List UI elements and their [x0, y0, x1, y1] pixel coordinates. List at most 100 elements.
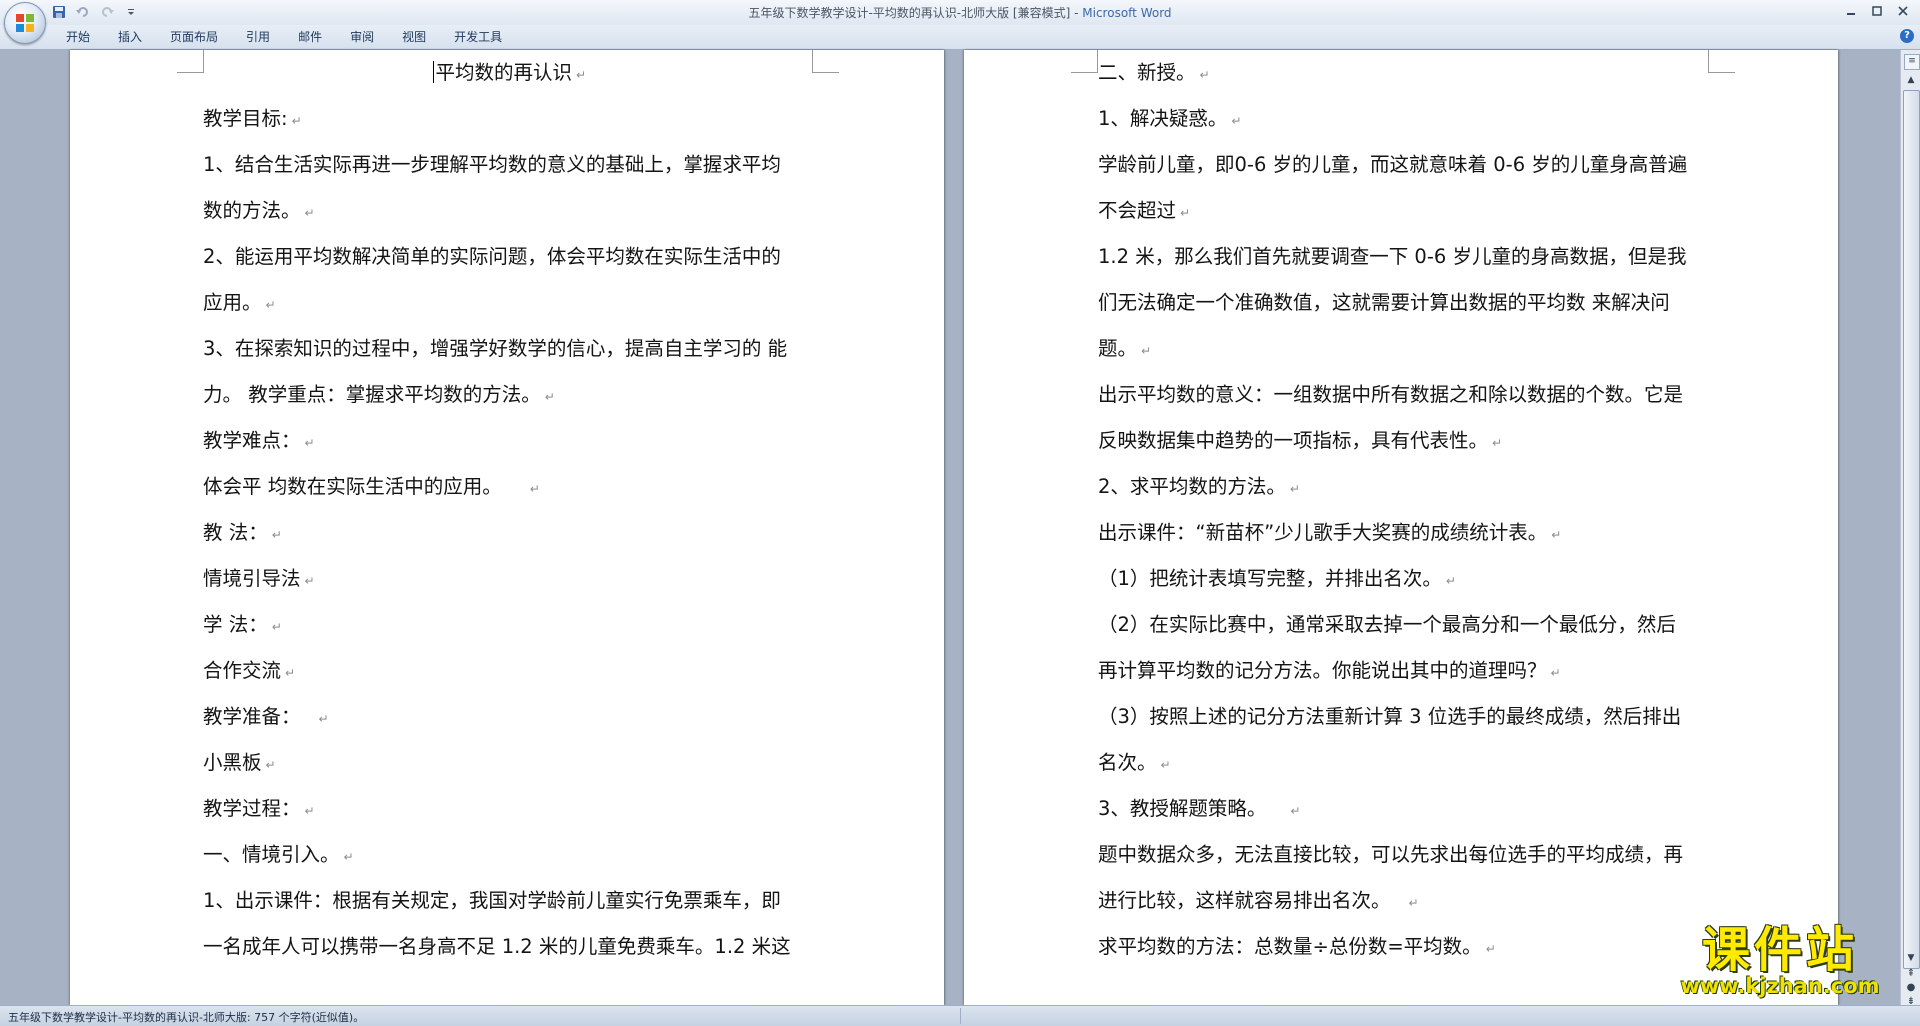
paragraph: 名次。 ↵	[1098, 740, 1711, 786]
paragraph-mark-icon: ↵	[1551, 528, 1562, 542]
document-title: 平均数的再认识 ↵	[203, 50, 816, 96]
paragraph-text: 不会超过	[1098, 199, 1177, 222]
watermark-logo: 课件站 www.kjzhan.com	[1660, 925, 1900, 1000]
paragraph: 出示平均数的意义：一组数据中所有数据之和除以数据的个数。它是	[1098, 372, 1711, 418]
paragraph-text: 再计算平均数的记分方法。你能说出其中的道理吗？	[1098, 659, 1547, 682]
watermark-url: www.kjzhan.com	[1680, 974, 1880, 998]
paragraph-text: 2、能运用平均数解决简单的实际问题，体会平均数在实际生活中的	[203, 245, 781, 268]
paragraph: 求平均数的方法：总数量÷总份数=平均数。 ↵	[1098, 924, 1711, 970]
tab-review[interactable]: 审阅	[336, 29, 388, 45]
paragraph-mark-icon: ↵	[1408, 896, 1419, 910]
paragraph-mark-icon: ↵	[285, 666, 296, 680]
paragraph: 1、出示课件：根据有关规定，我国对学龄前儿童实行免票乘车，即	[203, 878, 816, 924]
paragraph: 不会超过 ↵	[1098, 188, 1711, 234]
paragraph: 1、结合生活实际再进一步理解平均数的意义的基础上，掌握求平均	[203, 142, 816, 188]
paragraph: 教学过程： ↵	[203, 786, 816, 832]
paragraph: （3）按照上述的记分方法重新计算 3 位选手的最终成绩，然后排出	[1098, 694, 1711, 740]
crop-mark	[1708, 50, 1735, 73]
paragraph-text: 应用。	[203, 291, 262, 314]
paragraph-mark-icon: ↵	[1160, 758, 1171, 772]
paragraph: 教学目标: ↵	[203, 96, 816, 142]
vertical-scrollbar[interactable]: ≡ ▲ ▼ ⇞ ● ⇟	[1900, 50, 1920, 1007]
paragraph-mark-icon: ↵	[1231, 114, 1242, 128]
paragraph-text: 进行比较，这样就容易排出名次。	[1098, 889, 1391, 912]
paragraph: 教 法： ↵	[203, 510, 816, 556]
paragraph-text: （2）在实际比赛中，通常采取去掉一个最高分和一个最低分，然后	[1098, 613, 1676, 636]
view-ruler-icon[interactable]: ≡	[1904, 54, 1920, 70]
paragraph: 教学难点： ↵	[203, 418, 816, 464]
page-body: 二、新授。 ↵ 1、解决疑惑。 ↵ 学龄前儿童，即0-6 岁的儿童，而这就意味着 0…	[1098, 50, 1711, 970]
paragraph-text: 教 法：	[203, 521, 268, 544]
paragraph-text: 3、在探索知识的过程中，增强学好数学的信心，提高自主学习的 能	[203, 337, 788, 360]
paragraph-text: （3）按照上述的记分方法重新计算 3 位选手的最终成绩，然后排出	[1098, 705, 1682, 728]
tab-insert[interactable]: 插入	[104, 29, 156, 45]
paragraph-text: 教学准备：	[203, 705, 301, 728]
paragraph: 进行比较，这样就容易排出名次。 ↵	[1098, 878, 1711, 924]
paragraph: 出示课件：“新苗杯”少儿歌手大奖赛的成绩统计表。 ↵	[1098, 510, 1711, 556]
paragraph-mark-icon: ↵	[271, 528, 282, 542]
paragraph-mark-icon: ↵	[1485, 942, 1496, 956]
paragraph: 一名成年人可以携带一名身高不足 1.2 米的儿童免费乘车。1.2 米这	[203, 924, 816, 970]
paragraph: 1、解决疑惑。 ↵	[1098, 96, 1711, 142]
tab-page-layout[interactable]: 页面布局	[156, 29, 232, 45]
paragraph-mark-icon: ↵	[1492, 436, 1503, 450]
watermark-text: 课件站	[1701, 922, 1858, 978]
paragraph-text: 教学目标:	[203, 107, 288, 130]
paragraph-text: 名次。	[1098, 751, 1157, 774]
maximize-icon[interactable]	[1866, 2, 1888, 20]
paragraph-text: 学 法：	[203, 613, 268, 636]
document-page-right[interactable]: 二、新授。 ↵ 1、解决疑惑。 ↵ 学龄前儿童，即0-6 岁的儿童，而这就意味着 0…	[964, 50, 1838, 1005]
paragraph: 小黑板 ↵	[203, 740, 816, 786]
paragraph-text: 学龄前儿童，即0-6 岁的儿童，而这就意味着 0-6 岁的儿童身高普遍	[1098, 153, 1688, 176]
document-page-left[interactable]: 平均数的再认识 ↵ 教学目标: ↵ 1、结合生活实际再进一步理解平均数的意义的基础上…	[70, 50, 944, 1005]
tab-developer[interactable]: 开发工具	[440, 29, 516, 45]
status-text: 五年级下数学教学设计-平均数的再认识-北师大版: 757 个字符(近似值)。	[8, 1011, 365, 1024]
paragraph-mark-icon: ↵	[304, 206, 315, 220]
crop-mark	[812, 50, 839, 73]
minimize-icon[interactable]	[1840, 2, 1862, 20]
paragraph-text: 教学难点：	[203, 429, 301, 452]
paragraph-mark-icon: ↵	[1180, 206, 1191, 220]
status-bar: 五年级下数学教学设计-平均数的再认识-北师大版: 757 个字符(近似值)。	[0, 1005, 1920, 1026]
paragraph-text: 小黑板	[203, 751, 262, 774]
tab-view[interactable]: 视图	[388, 29, 440, 45]
previous-page-icon[interactable]: ⇞	[1903, 967, 1919, 981]
tab-home[interactable]: 开始	[52, 29, 104, 45]
scroll-up-icon[interactable]: ▲	[1903, 72, 1919, 88]
paragraph-mark-icon: ↵	[271, 620, 282, 634]
paragraph: 3、教授解题策略。 ↵	[1098, 786, 1711, 832]
window-title: 五年级下数学教学设计-平均数的再认识-北师大版 [兼容模式] - Microso…	[0, 4, 1920, 21]
paragraph-text: 1、出示课件：根据有关规定，我国对学龄前儿童实行免票乘车，即	[203, 889, 781, 912]
paragraph: 1.2 米，那么我们首先就要调查一下 0-6 岁儿童的身高数据，但是我	[1098, 234, 1711, 280]
paragraph-mark-icon: ↵	[1290, 804, 1301, 818]
paragraph-text: 1、结合生活实际再进一步理解平均数的意义的基础上，掌握求平均	[203, 153, 781, 176]
paragraph: 二、新授。 ↵	[1098, 50, 1711, 96]
paragraph: （1）把统计表填写完整，并排出名次。 ↵	[1098, 556, 1711, 602]
paragraph-mark-icon: ↵	[291, 114, 302, 128]
paragraph: 2、能运用平均数解决简单的实际问题，体会平均数在实际生活中的	[203, 234, 816, 280]
paragraph: 题中数据众多，无法直接比较，可以先求出每位选手的平均成绩，再	[1098, 832, 1711, 878]
browse-object-icon[interactable]: ●	[1903, 981, 1919, 995]
paragraph: 教学准备： ↵	[203, 694, 816, 740]
paragraph-mark-icon: ↵	[544, 390, 555, 404]
paragraph-text: 数的方法。	[203, 199, 301, 222]
paragraph-text: 出示平均数的意义：一组数据中所有数据之和除以数据的个数。它是	[1098, 383, 1684, 406]
status-divider	[960, 1008, 961, 1024]
paragraph-text: 情境引导法	[203, 567, 301, 590]
paragraph-mark-icon: ↵	[1199, 68, 1210, 82]
paragraph-mark-icon: ↵	[304, 804, 315, 818]
tab-references[interactable]: 引用	[232, 29, 284, 45]
scroll-down-icon[interactable]: ▼	[1903, 951, 1919, 965]
paragraph: 学龄前儿童，即0-6 岁的儿童，而这就意味着 0-6 岁的儿童身高普遍	[1098, 142, 1711, 188]
close-icon[interactable]	[1892, 2, 1914, 20]
help-icon[interactable]: ?	[1900, 29, 1914, 43]
tab-mailings[interactable]: 邮件	[284, 29, 336, 45]
ribbon-tabs: 开始 插入 页面布局 引用 邮件 审阅 视图 开发工具	[52, 29, 516, 45]
scroll-thumb[interactable]	[1903, 90, 1920, 969]
paragraph-text: 力。 教学重点：掌握求平均数的方法。	[203, 383, 541, 406]
office-button[interactable]	[4, 2, 46, 44]
paragraph-mark-icon: ↵	[1550, 666, 1561, 680]
paragraph: 再计算平均数的记分方法。你能说出其中的道理吗？ ↵	[1098, 648, 1711, 694]
ribbon: 开始 插入 页面布局 引用 邮件 审阅 视图 开发工具 ?	[0, 25, 1920, 50]
crop-mark	[177, 50, 204, 73]
